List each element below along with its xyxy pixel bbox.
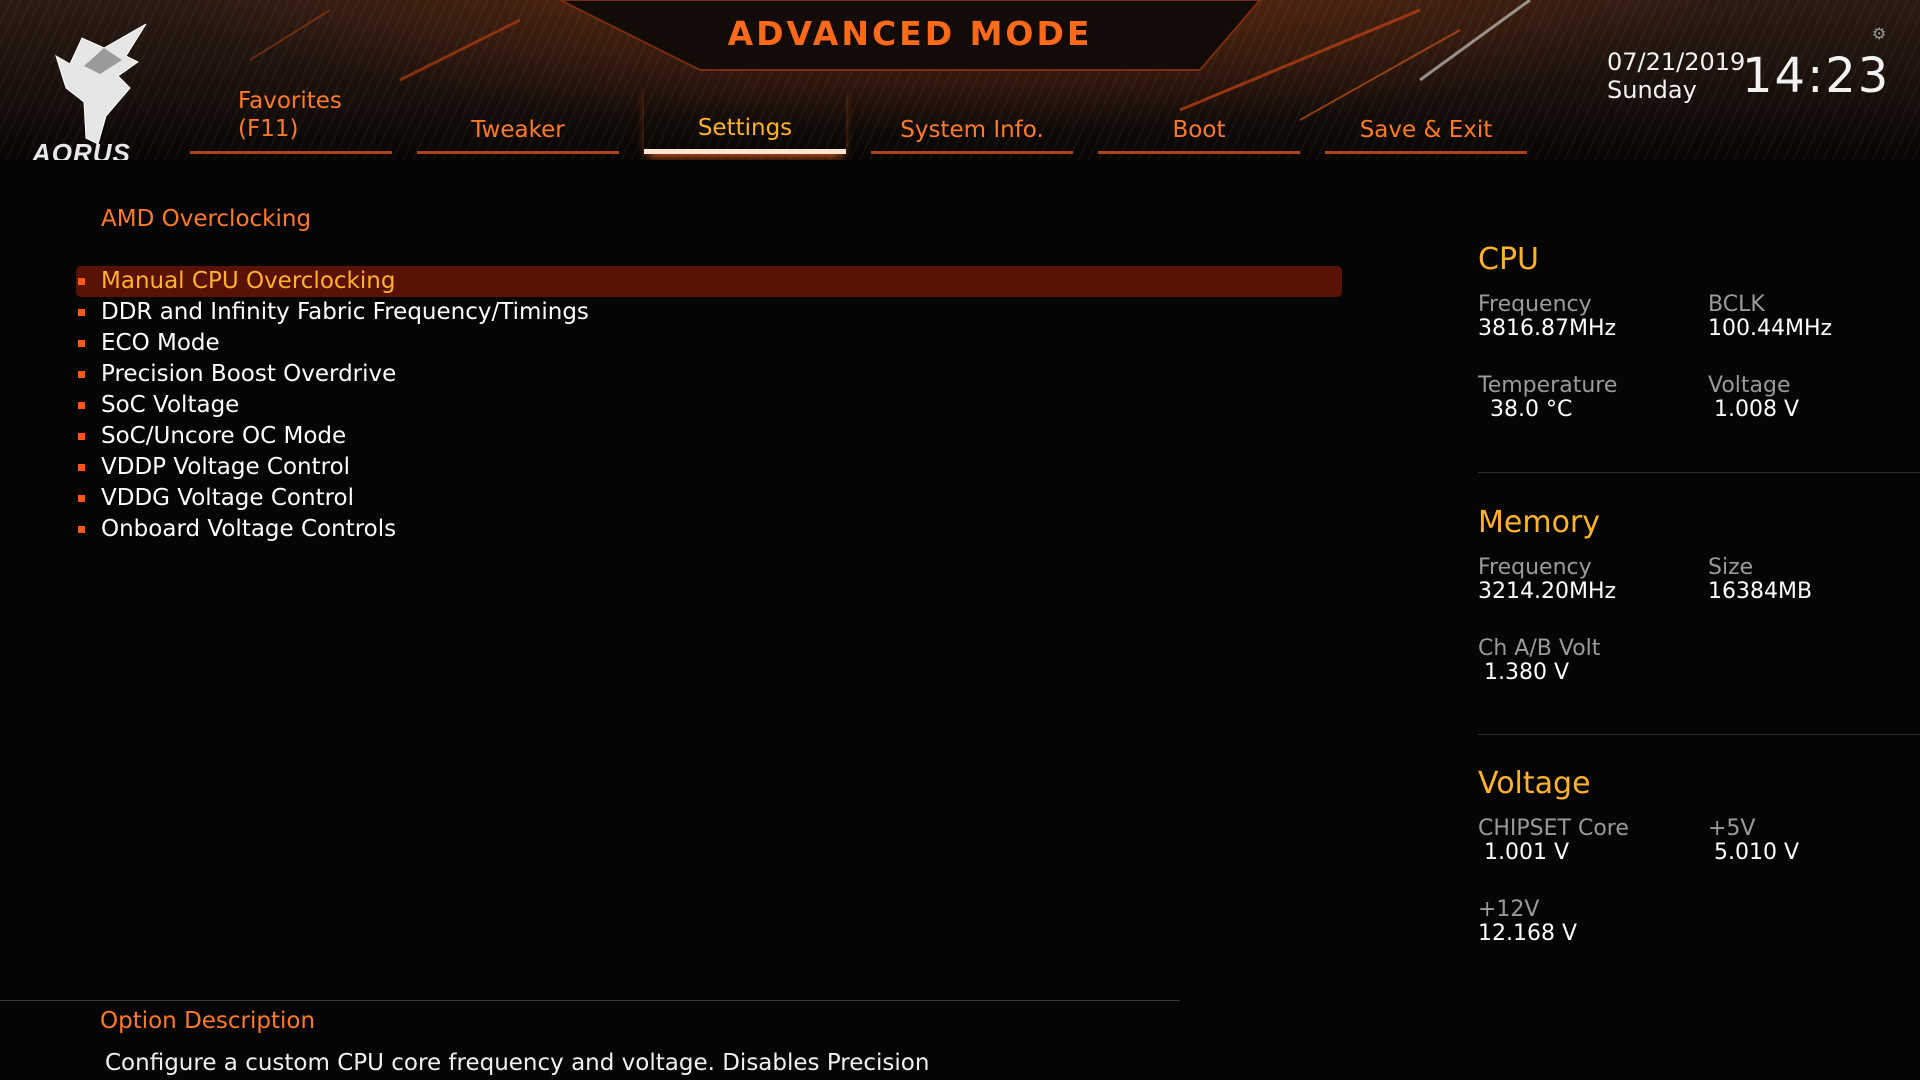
tab-boot-label: Boot [1172, 117, 1226, 143]
tab-system-info[interactable]: System Info. [871, 84, 1073, 154]
menu-item-label: ECO Mode [101, 330, 220, 356]
bullet-icon [78, 278, 85, 285]
menu-item-precision-boost-overdrive[interactable]: Precision Boost Overdrive [76, 359, 1342, 390]
memory-heading: Memory [1478, 505, 1601, 540]
panel-divider [1478, 472, 1920, 473]
menu-item-soc-voltage[interactable]: SoC Voltage [76, 390, 1342, 421]
panel-divider [1478, 734, 1920, 735]
bullet-icon [78, 371, 85, 378]
cpu-heading: CPU [1478, 242, 1539, 277]
memory-chab-volt-label: Ch A/B Volt [1478, 636, 1601, 661]
menu-item-label: SoC Voltage [101, 392, 240, 418]
bullet-icon [78, 340, 85, 347]
bullet-icon [78, 309, 85, 316]
date-display: 07/21/2019 Sunday [1607, 48, 1745, 104]
tab-save-exit-label: Save & Exit [1359, 117, 1493, 143]
menu-item-ddr-infinity-fabric[interactable]: DDR and Infinity Fabric Frequency/Timing… [76, 297, 1342, 328]
option-description-title: Option Description [100, 1008, 316, 1034]
cpu-bclk-label: BCLK [1708, 292, 1765, 317]
tab-favorites[interactable]: Favorites (F11) [190, 84, 392, 154]
menu-item-soc-uncore-oc-mode[interactable]: SoC/Uncore OC Mode [76, 421, 1342, 452]
tab-bar: Favorites (F11) Tweaker Settings System … [190, 84, 1530, 156]
aorus-logo-text: AORUS [32, 138, 131, 160]
menu-item-label: SoC/Uncore OC Mode [101, 423, 347, 449]
header-bar: AORUS ADVANCED MODE 07/21/2019 Sunday 14… [0, 0, 1920, 160]
menu-item-vddp-voltage-control[interactable]: VDDP Voltage Control [76, 452, 1342, 483]
bullet-icon [78, 526, 85, 533]
memory-frequency-label: Frequency [1478, 555, 1592, 580]
plus12v-label: +12V [1478, 897, 1540, 922]
tab-tweaker-label: Tweaker [471, 117, 565, 143]
chipset-core-label: CHIPSET Core [1478, 816, 1629, 841]
menu-item-label: VDDP Voltage Control [101, 454, 351, 480]
date-text: 07/21/2019 [1607, 48, 1746, 76]
settings-menu-list: Manual CPU Overclocking DDR and Infinity… [76, 266, 1342, 545]
menu-item-eco-mode[interactable]: ECO Mode [76, 328, 1342, 359]
bullet-icon [78, 433, 85, 440]
menu-item-label: Onboard Voltage Controls [101, 516, 397, 542]
menu-item-label: VDDG Voltage Control [101, 485, 355, 511]
cpu-bclk-value: 100.44MHz [1708, 316, 1833, 341]
tab-settings-label: Settings [697, 115, 793, 141]
cpu-temperature-value: 38.0 °C [1490, 397, 1573, 422]
bullet-icon [78, 464, 85, 471]
cpu-voltage-label: Voltage [1708, 373, 1791, 398]
page-title: ADVANCED MODE [727, 14, 1093, 53]
menu-item-manual-cpu-overclocking[interactable]: Manual CPU Overclocking [76, 266, 1342, 297]
tab-boot[interactable]: Boot [1098, 84, 1300, 154]
cpu-frequency-label: Frequency [1478, 292, 1592, 317]
tab-tweaker[interactable]: Tweaker [417, 84, 619, 154]
menu-item-label: Manual CPU Overclocking [101, 268, 396, 294]
tab-favorites-label: Favorites (F11) [238, 88, 342, 142]
cpu-frequency-value: 3816.87MHz [1478, 316, 1617, 341]
day-text: Sunday [1607, 76, 1697, 104]
memory-size-value: 16384MB [1708, 579, 1813, 604]
menu-item-label: Precision Boost Overdrive [101, 361, 397, 387]
chipset-core-value: 1.001 V [1484, 840, 1570, 865]
memory-size-label: Size [1708, 555, 1754, 580]
mode-title-frame: ADVANCED MODE [660, 0, 1160, 72]
tab-system-info-label: System Info. [900, 117, 1044, 143]
tab-save-exit[interactable]: Save & Exit [1325, 84, 1527, 154]
plus12v-value: 12.168 V [1478, 921, 1578, 946]
menu-item-vddg-voltage-control[interactable]: VDDG Voltage Control [76, 483, 1342, 514]
menu-item-onboard-voltage-controls[interactable]: Onboard Voltage Controls [76, 514, 1342, 545]
memory-chab-volt-value: 1.380 V [1484, 660, 1570, 685]
plus5v-value: 5.010 V [1714, 840, 1800, 865]
bullet-icon [78, 402, 85, 409]
plus5v-label: +5V [1708, 816, 1756, 841]
option-description-text: Configure a custom CPU core frequency an… [105, 1050, 930, 1076]
section-title: AMD Overclocking [101, 206, 312, 232]
menu-item-label: DDR and Infinity Fabric Frequency/Timing… [101, 299, 589, 325]
bullet-icon [78, 495, 85, 502]
tab-settings[interactable]: Settings [644, 84, 846, 154]
voltage-heading: Voltage [1478, 766, 1591, 801]
settings-gear-icon[interactable]: ⚙ [1872, 24, 1886, 43]
footer-divider [0, 1000, 1180, 1001]
cpu-temperature-label: Temperature [1478, 373, 1618, 398]
memory-frequency-value: 3214.20MHz [1478, 579, 1617, 604]
clock-display: 14:23 [1742, 48, 1891, 104]
cpu-voltage-value: 1.008 V [1714, 397, 1800, 422]
